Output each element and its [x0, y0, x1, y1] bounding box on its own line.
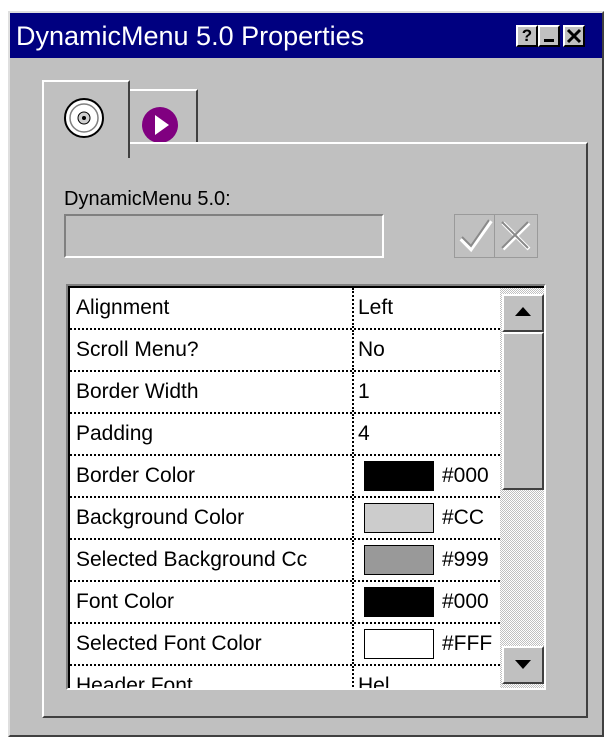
- property-value-text: No: [358, 338, 385, 361]
- property-name: Selected Font Color: [76, 632, 262, 655]
- property-row-border-width[interactable]: Border Width 1: [70, 372, 500, 414]
- scroll-up-button[interactable]: [502, 294, 544, 332]
- close-button[interactable]: [563, 25, 585, 47]
- help-button[interactable]: ?: [516, 25, 538, 47]
- property-value[interactable]: 1: [352, 372, 500, 412]
- x-icon: [501, 221, 531, 251]
- property-name: Border Color: [76, 464, 196, 487]
- property-name: Background Color: [76, 506, 245, 529]
- property-row-background-color[interactable]: Background Color #CC: [70, 498, 500, 540]
- properties-panel: DynamicMenu 5.0: Alignment Left Scroll M…: [42, 142, 588, 718]
- property-value[interactable]: Left: [352, 288, 500, 328]
- property-name: Header Font: [76, 674, 193, 688]
- field-label: DynamicMenu 5.0:: [64, 188, 231, 210]
- property-row-header-font[interactable]: Header Font Hel: [70, 666, 500, 688]
- property-grid: Alignment Left Scroll Menu? No Border Wi…: [66, 284, 546, 690]
- help-icon: ?: [521, 26, 533, 45]
- properties-window: DynamicMenu 5.0 Properties ? DynamicMenu…: [8, 11, 604, 737]
- property-name: Scroll Menu?: [76, 338, 199, 361]
- color-swatch[interactable]: [364, 629, 434, 659]
- color-hex: #000: [442, 590, 489, 613]
- arrow-down-icon: [515, 660, 531, 669]
- color-swatch[interactable]: [364, 461, 434, 491]
- property-value[interactable]: #000: [352, 456, 500, 496]
- color-hex: #CC: [442, 506, 485, 529]
- check-icon: [459, 219, 493, 253]
- property-value-text: 4: [358, 422, 370, 445]
- property-value[interactable]: #CC: [352, 498, 500, 538]
- color-hex: #FFF: [442, 632, 493, 655]
- property-grid-inner: Alignment Left Scroll Menu? No Border Wi…: [68, 286, 544, 688]
- scroll-down-button[interactable]: [502, 646, 544, 684]
- property-value[interactable]: Hel: [352, 666, 500, 688]
- property-row-padding[interactable]: Padding 4: [70, 414, 500, 456]
- color-swatch[interactable]: [364, 587, 434, 617]
- property-row-alignment[interactable]: Alignment Left: [70, 288, 500, 330]
- property-row-selected-font-color[interactable]: Selected Font Color #FFF: [70, 624, 500, 666]
- property-row-scroll-menu[interactable]: Scroll Menu? No: [70, 330, 500, 372]
- property-value[interactable]: #999: [352, 540, 500, 580]
- minimize-button[interactable]: [538, 25, 560, 47]
- property-value[interactable]: 4: [352, 414, 500, 454]
- cd-disc-icon: [64, 98, 104, 138]
- title-bar[interactable]: DynamicMenu 5.0 Properties ?: [10, 13, 602, 58]
- property-row-border-color[interactable]: Border Color #000: [70, 456, 500, 498]
- cancel-button[interactable]: [494, 214, 538, 258]
- property-name: Border Width: [76, 380, 199, 403]
- property-value-text: Hel: [358, 674, 390, 688]
- value-input[interactable]: [66, 216, 382, 256]
- property-row-font-color[interactable]: Font Color #000: [70, 582, 500, 624]
- property-value[interactable]: #FFF: [352, 624, 500, 664]
- property-name: Font Color: [76, 590, 175, 613]
- purple-play-icon: [142, 107, 178, 143]
- window-title: DynamicMenu 5.0 Properties: [16, 21, 365, 51]
- tab-general[interactable]: [42, 80, 130, 158]
- color-hex: #999: [442, 548, 489, 571]
- color-hex: #000: [442, 464, 489, 487]
- close-icon: [566, 28, 582, 44]
- minimize-icon: [544, 39, 554, 42]
- property-value-text: Left: [358, 296, 394, 319]
- scroll-thumb[interactable]: [502, 332, 544, 490]
- color-swatch[interactable]: [364, 545, 434, 575]
- vertical-scrollbar[interactable]: [500, 288, 544, 688]
- property-name: Padding: [76, 422, 154, 445]
- property-name: Alignment: [76, 296, 170, 319]
- arrow-up-icon: [515, 307, 531, 316]
- color-swatch[interactable]: [364, 503, 434, 533]
- value-field[interactable]: [64, 214, 384, 258]
- property-name: Selected Background Cc: [76, 548, 308, 571]
- property-value[interactable]: No: [352, 330, 500, 370]
- accept-button[interactable]: [454, 214, 498, 258]
- property-value[interactable]: #000: [352, 582, 500, 622]
- property-rows: Alignment Left Scroll Menu? No Border Wi…: [70, 288, 500, 688]
- property-value-text: 1: [358, 380, 370, 403]
- property-row-selected-background-color[interactable]: Selected Background Cc #999: [70, 540, 500, 582]
